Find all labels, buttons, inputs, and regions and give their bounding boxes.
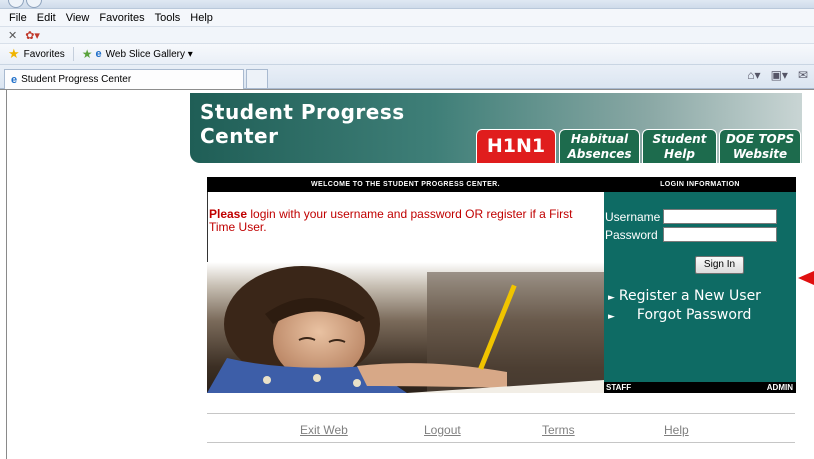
terms-link[interactable]: Terms xyxy=(542,423,575,437)
username-label: Username xyxy=(605,210,661,224)
intro-body: login with your username and password OR… xyxy=(209,207,573,234)
ie-page-icon: e xyxy=(11,73,18,86)
tab-label-line2: Absences xyxy=(567,146,632,161)
arrow-right-icon: ► xyxy=(608,293,615,303)
intro-bold: Please xyxy=(209,207,248,221)
logout-link[interactable]: Logout xyxy=(424,423,461,437)
site-title-line1: Student Progress xyxy=(200,100,405,124)
forward-button[interactable] xyxy=(26,0,42,8)
feeds-icon[interactable]: ▣▾ xyxy=(771,68,788,82)
window-title-bar xyxy=(0,0,814,9)
exit-web-link[interactable]: Exit Web xyxy=(300,423,348,437)
admin-link[interactable]: ADMIN xyxy=(767,382,793,393)
menu-favorites[interactable]: Favorites xyxy=(99,12,144,24)
footer-divider-top xyxy=(207,413,795,414)
menu-tools[interactable]: Tools xyxy=(155,12,181,24)
viewport-border xyxy=(0,89,814,90)
divider xyxy=(72,47,74,61)
tab-label-line2: Help xyxy=(664,146,695,161)
new-tab-button[interactable] xyxy=(246,69,268,88)
forgot-password-link[interactable]: ► Forgot Password xyxy=(608,307,751,323)
password-input[interactable] xyxy=(663,227,777,242)
favorites-button[interactable]: Favorites xyxy=(24,49,65,60)
footer-divider-bottom xyxy=(207,442,795,443)
login-header: LOGIN INFORMATION xyxy=(604,177,796,192)
tab-student-help[interactable]: Student Help xyxy=(642,129,717,163)
menu-view[interactable]: View xyxy=(66,12,90,24)
tab-label-line1: DOE TOPS xyxy=(725,131,795,146)
tab-student-progress-center[interactable]: e Student Progress Center xyxy=(4,69,244,89)
forgot-password-link-label: Forgot Password xyxy=(636,307,752,323)
add-favorites-icon[interactable]: ★ xyxy=(82,47,93,61)
home-icon[interactable]: ⌂▾ xyxy=(747,68,760,82)
tab-bar: e Student Progress Center xyxy=(0,65,814,89)
welcome-header: WELCOME TO THE STUDENT PROGRESS CENTER. xyxy=(207,177,604,192)
tab-h1n1[interactable]: H1N1 xyxy=(476,129,556,163)
menu-help[interactable]: Help xyxy=(190,12,213,24)
site-title: Student Progress Center xyxy=(200,100,405,148)
tab-label-line1: Student xyxy=(652,131,707,146)
student-illustration xyxy=(207,266,604,393)
addon-icon[interactable]: ✿▾ xyxy=(25,29,40,42)
tab-doe-tops-website[interactable]: DOE TOPS Website xyxy=(719,129,801,163)
site-title-line2: Center xyxy=(200,124,279,148)
tab-h1n1-label: H1N1 xyxy=(486,135,546,157)
toolbar-icons: ⌂▾ ▣▾ ✉ xyxy=(747,68,808,82)
back-button[interactable] xyxy=(8,0,24,8)
close-icon[interactable]: ✕ xyxy=(8,29,17,42)
web-slice-gallery-button[interactable]: Web Slice Gallery ▾ xyxy=(106,49,193,60)
tab-title: Student Progress Center xyxy=(21,74,132,85)
tab-label-line2: Website xyxy=(732,146,788,161)
student-photo xyxy=(207,262,604,393)
password-label: Password xyxy=(605,228,658,242)
viewport-left-border xyxy=(6,90,7,459)
arrow-right-icon: ► xyxy=(608,312,615,322)
username-input[interactable] xyxy=(663,209,777,224)
tab-habitual-absences[interactable]: Habitual Absences xyxy=(559,129,640,163)
arrow-left-icon xyxy=(798,271,814,285)
staff-link[interactable]: STAFF xyxy=(606,382,631,393)
web-slice-icon: e xyxy=(95,48,102,60)
help-link[interactable]: Help xyxy=(664,423,689,437)
tab-label-line1: Habitual xyxy=(570,131,629,146)
command-bar: ✕ ✿▾ xyxy=(0,27,814,44)
menu-bar: File Edit View Favorites Tools Help xyxy=(0,9,814,27)
favorites-bar: ★ Favorites ★ e Web Slice Gallery ▾ xyxy=(0,44,814,65)
register-link[interactable]: ► Register a New User xyxy=(608,288,761,304)
menu-edit[interactable]: Edit xyxy=(37,12,56,24)
menu-file[interactable]: File xyxy=(9,12,27,24)
mail-icon[interactable]: ✉ xyxy=(798,68,808,82)
intro-text: Please login with your username and pass… xyxy=(209,208,594,234)
sign-in-button[interactable]: Sign In xyxy=(695,256,744,274)
favorites-star-icon[interactable]: ★ xyxy=(8,46,20,62)
login-footer-bar: STAFF ADMIN xyxy=(604,382,796,393)
register-link-label: Register a New User xyxy=(618,288,761,304)
